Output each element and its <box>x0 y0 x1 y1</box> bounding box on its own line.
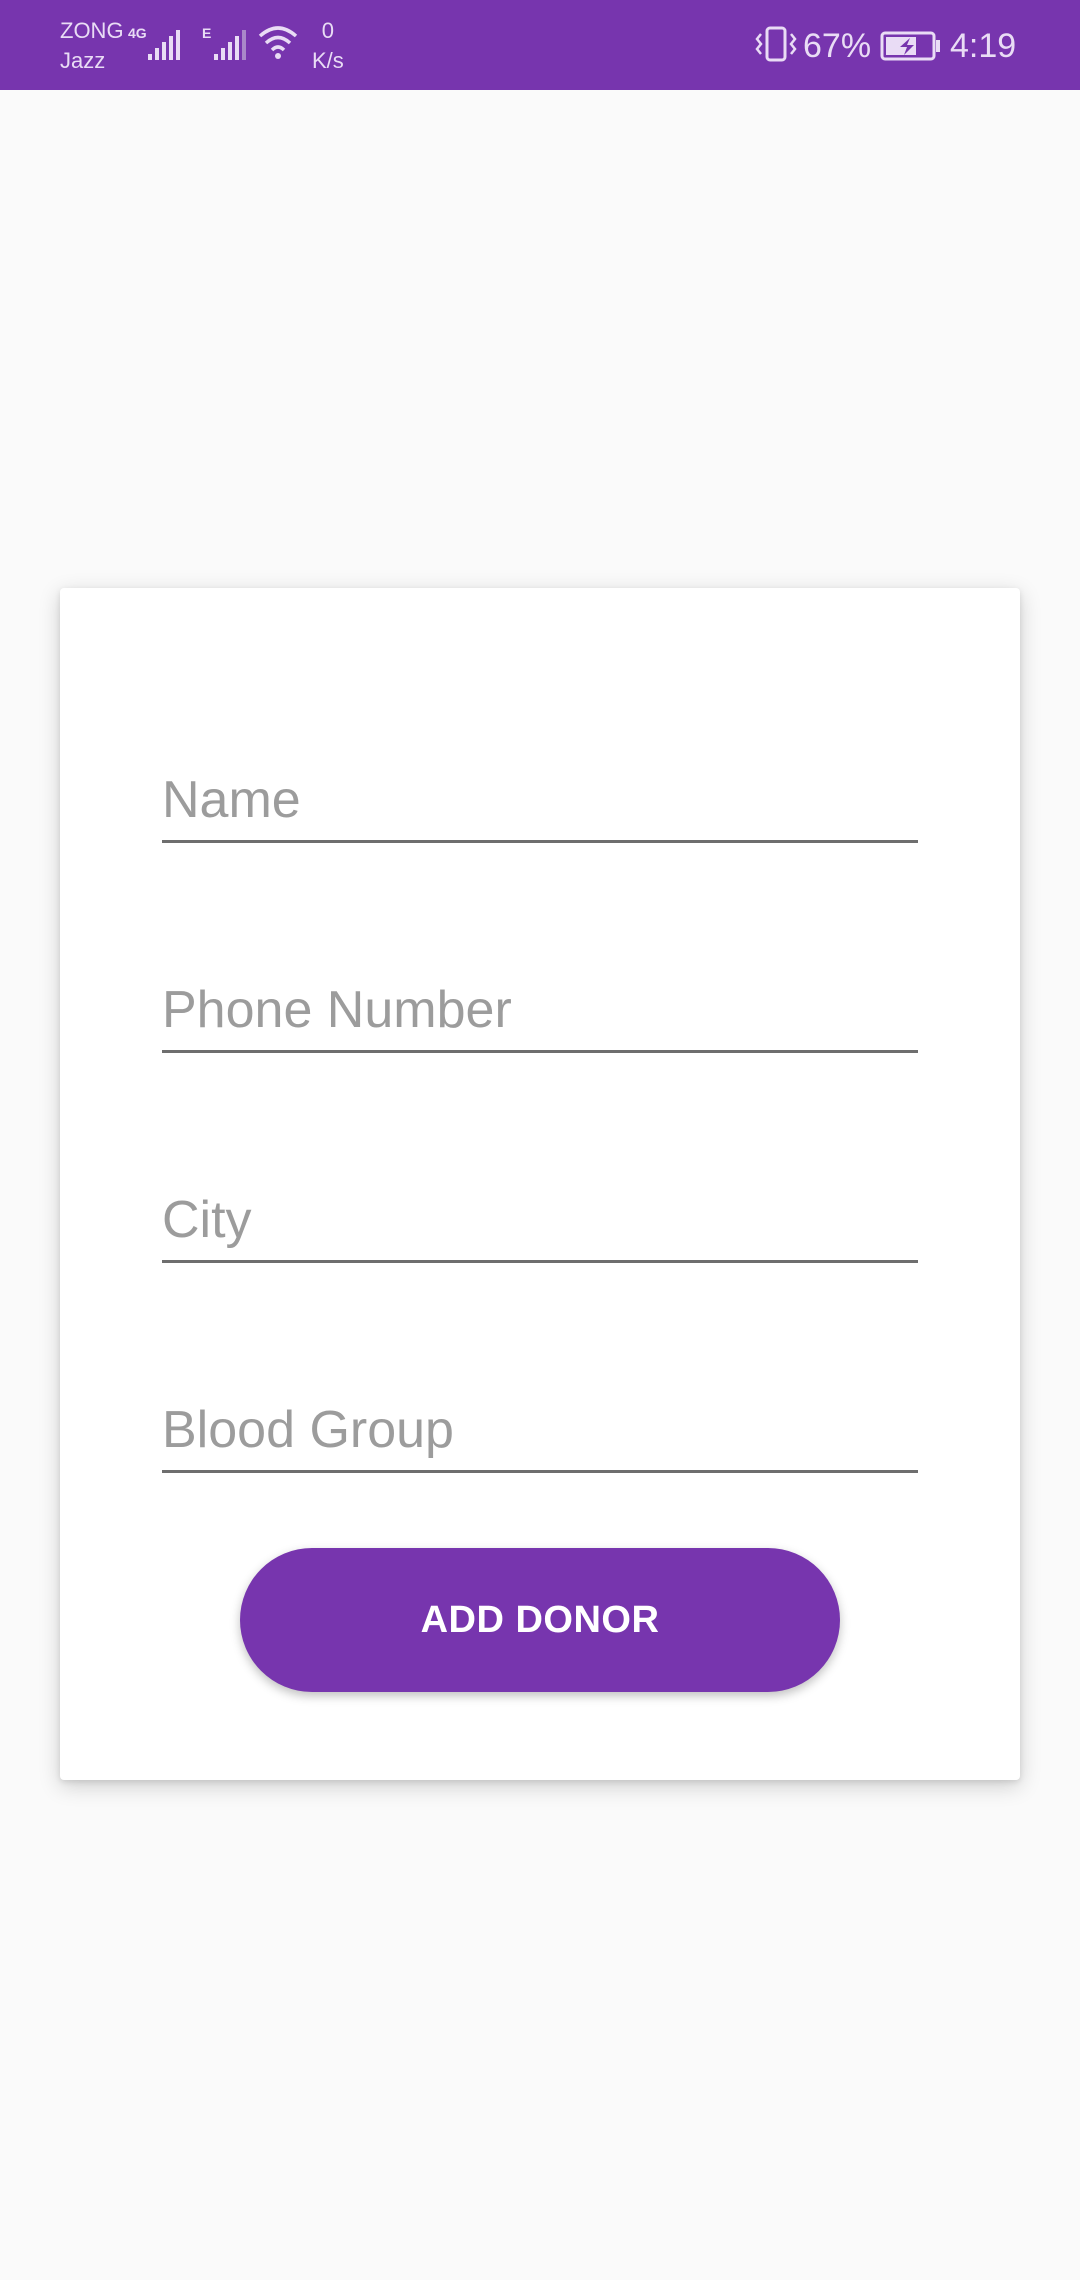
network-type-label: E <box>202 25 211 41</box>
name-field <box>162 760 918 843</box>
phone-number-input[interactable] <box>162 970 918 1050</box>
network-type-label: 4G <box>128 25 147 41</box>
net-speed-value: 0 <box>321 18 335 43</box>
signal-icon: 4G <box>128 25 180 60</box>
name-input[interactable] <box>162 760 918 840</box>
wifi-icon <box>258 26 298 59</box>
phone-number-field <box>162 970 918 1053</box>
network-speed: 0 K/s <box>312 16 344 76</box>
carrier-info: ZONG Jazz <box>60 16 124 76</box>
add-donor-button[interactable]: ADD DONOR <box>240 1548 840 1692</box>
vibrate-icon <box>755 26 797 62</box>
clock: 4:19 <box>950 27 1017 65</box>
battery-charging-icon <box>880 31 940 61</box>
add-donor-card: ADD DONOR <box>60 588 1020 1780</box>
blood-group-input[interactable] <box>162 1390 918 1470</box>
carrier-primary: ZONG <box>60 18 124 43</box>
net-speed-unit: K/s <box>312 48 344 73</box>
status-bar: ZONG Jazz 4G E 0 K/s 67% 4:19 <box>0 0 1080 90</box>
carrier-secondary: Jazz <box>60 48 106 73</box>
city-input[interactable] <box>162 1180 918 1260</box>
city-field <box>162 1180 918 1263</box>
battery-percent: 67% <box>803 27 872 65</box>
blood-group-field <box>162 1390 918 1473</box>
signal-icon: E <box>202 25 246 60</box>
